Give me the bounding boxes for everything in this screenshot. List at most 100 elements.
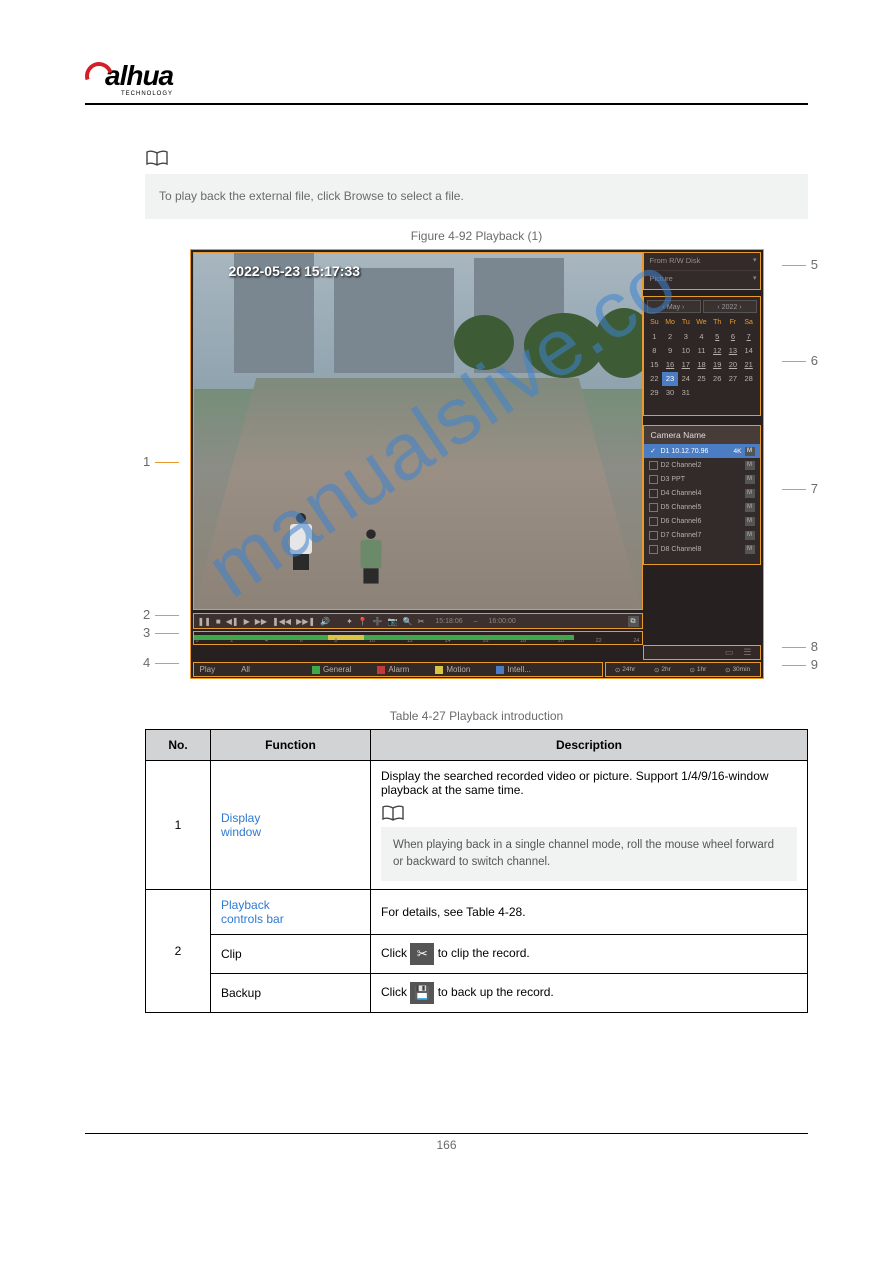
checkbox-icon[interactable]	[649, 461, 658, 470]
checkbox-icon[interactable]	[649, 545, 658, 554]
calendar-year[interactable]: ‹ 2022 ›	[703, 300, 757, 313]
calendar-day[interactable]: 29	[647, 386, 663, 400]
calendar-day[interactable]: 15	[647, 358, 663, 372]
camera-row[interactable]: D4 Channel4M	[644, 486, 760, 500]
checkbox-icon[interactable]	[649, 503, 658, 512]
filter-all[interactable]: All	[241, 665, 250, 674]
figure-container: 2022-05-23 15:17:33 From R/W Disk ▾ Pict…	[190, 249, 764, 679]
card-view-icon[interactable]: ▭	[725, 647, 734, 658]
camera-row[interactable]: D3 PPTM	[644, 472, 760, 486]
calendar-day[interactable]: 4	[694, 330, 710, 344]
calendar-day[interactable]: 25	[694, 372, 710, 386]
camera-row[interactable]: ✓D1 10.12.70.964KM	[644, 444, 760, 458]
video-window[interactable]: 2022-05-23 15:17:33	[193, 252, 643, 610]
step-back-icon[interactable]: ◀❚	[226, 617, 239, 626]
calendar-day[interactable]: 30	[662, 386, 678, 400]
calendar-day[interactable]: 31	[678, 386, 694, 400]
camera-row[interactable]: D5 Channel5M	[644, 500, 760, 514]
next-icon[interactable]: ▶▶❚	[296, 617, 315, 626]
callout-line	[782, 361, 806, 362]
filter-alarm[interactable]: Alarm	[377, 665, 409, 674]
checkbox-icon[interactable]	[649, 475, 658, 484]
calendar-day[interactable]: 20	[725, 358, 741, 372]
stream-m-icon[interactable]: M	[745, 475, 755, 484]
calendar-day[interactable]: 19	[709, 358, 725, 372]
calendar-month[interactable]: ‹ May ›	[647, 300, 701, 313]
camera-row[interactable]: D2 Channel2M	[644, 458, 760, 472]
filter-alarm-label: Alarm	[388, 665, 409, 674]
zoom-24hr[interactable]: ⊙24hr	[615, 666, 635, 674]
prev-icon[interactable]: ❚◀◀	[272, 617, 291, 626]
calendar-day[interactable]: 22	[647, 372, 663, 386]
tag-icon[interactable]: 📍	[358, 617, 368, 626]
calendar-day[interactable]: 18	[694, 358, 710, 372]
checkbox-icon[interactable]	[649, 489, 658, 498]
calendar-day[interactable]: 26	[709, 372, 725, 386]
calendar-day[interactable]: 28	[741, 372, 757, 386]
pause-icon[interactable]: ❚❚	[198, 617, 211, 626]
calendar-day[interactable]: 27	[725, 372, 741, 386]
fullscreen-icon[interactable]: ⧉	[628, 616, 639, 627]
calendar-day[interactable]: 10	[678, 344, 694, 358]
zoom-30min-label: 30min	[732, 666, 750, 673]
stream-m-icon[interactable]: M	[745, 531, 755, 540]
source-dropdown[interactable]: From R/W Disk ▾	[644, 253, 760, 271]
page-footer: 166	[85, 1133, 808, 1152]
play-icon[interactable]: ▶	[244, 617, 250, 626]
zoom-icon[interactable]: 🔍	[403, 617, 413, 626]
calendar-day[interactable]: 14	[741, 344, 757, 358]
calendar-day[interactable]: 5	[709, 330, 725, 344]
calendar-day[interactable]: 23	[662, 372, 678, 386]
calendar-day[interactable]: 13	[725, 344, 741, 358]
list-view-icon[interactable]: ☰	[743, 647, 751, 658]
stream-m-icon[interactable]: M	[745, 461, 755, 470]
stream-m-icon[interactable]: M	[745, 489, 755, 498]
smart-search-icon[interactable]: ✦	[346, 617, 353, 626]
calendar-day	[694, 386, 710, 400]
calendar-day[interactable]: 16	[662, 358, 678, 372]
calendar-day[interactable]: 12	[709, 344, 725, 358]
checkbox-icon[interactable]	[649, 531, 658, 540]
calendar-day[interactable]: 8	[647, 344, 663, 358]
camera-name: D1 10.12.70.96	[661, 448, 734, 455]
add-tag-icon[interactable]: ➕	[373, 617, 383, 626]
calendar-day	[709, 386, 725, 400]
camera-row[interactable]: D7 Channel7M	[644, 528, 760, 542]
clip-icon[interactable]: ✂	[418, 617, 425, 626]
calendar-day[interactable]: 1	[647, 330, 663, 344]
calendar-day[interactable]: 6	[725, 330, 741, 344]
camera-row[interactable]: D6 Channel6M	[644, 514, 760, 528]
type-dropdown[interactable]: Picture ▾	[644, 271, 760, 289]
stream-m-icon[interactable]: M	[745, 447, 755, 456]
calendar-day[interactable]: 9	[662, 344, 678, 358]
zoom-1hr[interactable]: ⊙1hr	[689, 666, 706, 674]
checkbox-icon[interactable]	[649, 517, 658, 526]
filter-intel[interactable]: Intell...	[496, 665, 531, 674]
th-function: Function	[211, 730, 371, 761]
zoom-2hr[interactable]: ⊙2hr	[654, 666, 671, 674]
calendar-day[interactable]: 2	[662, 330, 678, 344]
video-timestamp: 2022-05-23 15:17:33	[229, 263, 361, 279]
snapshot-icon[interactable]: 📷	[388, 617, 398, 626]
checkbox-icon[interactable]: ✓	[649, 447, 658, 456]
zoom-30min[interactable]: ⊙30min	[725, 666, 750, 674]
camera-name: D3 PPT	[661, 476, 742, 483]
calendar-day[interactable]: 3	[678, 330, 694, 344]
calendar-day[interactable]: 17	[678, 358, 694, 372]
play-mode-label[interactable]: Play	[200, 665, 216, 674]
calendar-day[interactable]: 11	[694, 344, 710, 358]
calendar-day	[741, 386, 757, 400]
stream-m-icon[interactable]: M	[745, 545, 755, 554]
filter-general[interactable]: General	[312, 665, 351, 674]
camera-row[interactable]: D8 Channel8M	[644, 542, 760, 556]
timebar[interactable]: 024681012141618202224	[193, 631, 643, 645]
calendar-day[interactable]: 24	[678, 372, 694, 386]
filter-motion[interactable]: Motion	[435, 665, 470, 674]
stream-m-icon[interactable]: M	[745, 517, 755, 526]
fast-fwd-icon[interactable]: ▶▶	[255, 617, 267, 626]
stream-m-icon[interactable]: M	[745, 503, 755, 512]
calendar-day[interactable]: 7	[741, 330, 757, 344]
stop-icon[interactable]: ■	[216, 617, 221, 626]
volume-icon[interactable]: 🔊	[320, 617, 330, 626]
calendar-day[interactable]: 21	[741, 358, 757, 372]
